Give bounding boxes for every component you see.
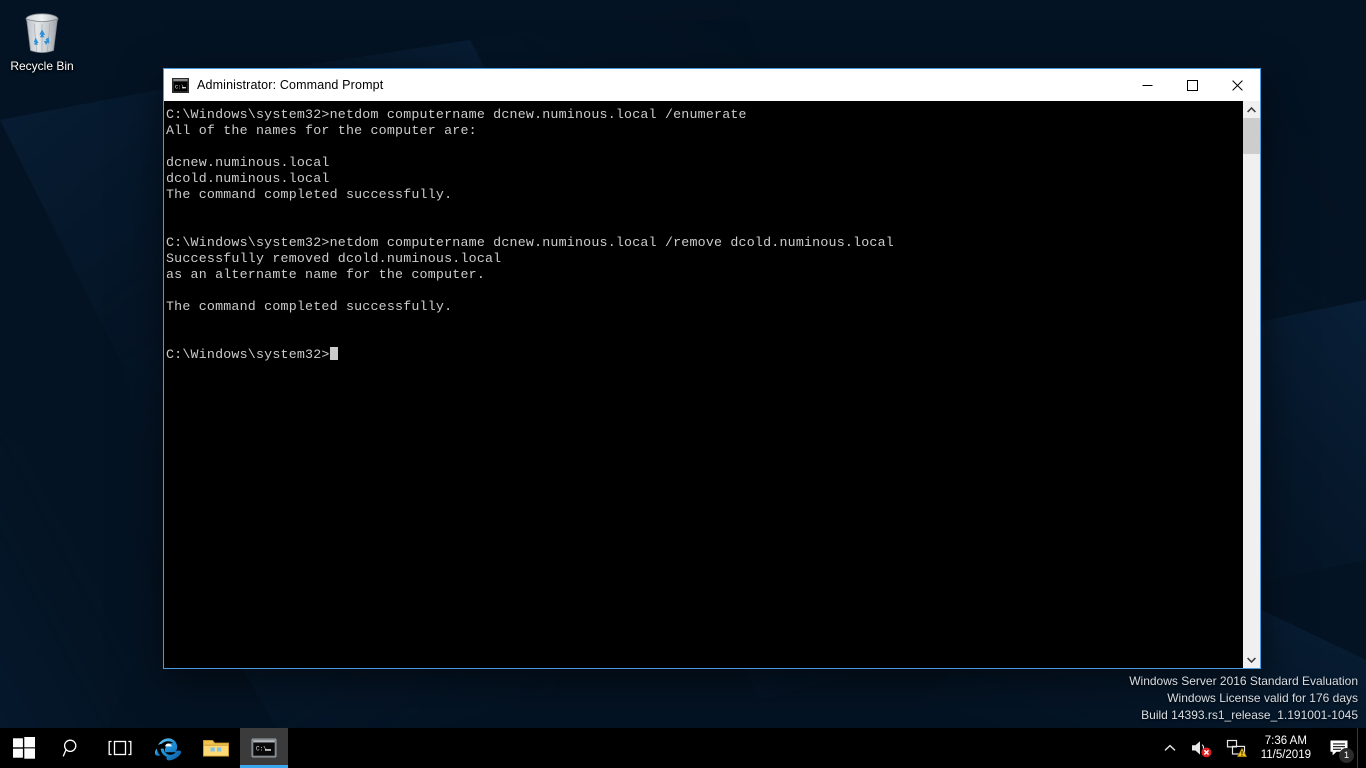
console-icon: C:\: [251, 738, 277, 758]
taskbar-item-internet-explorer[interactable]: [144, 728, 192, 768]
console-output[interactable]: C:\Windows\system32>netdom computername …: [164, 101, 1243, 668]
tray-clock[interactable]: 7:36 AM 11/5/2019: [1255, 728, 1321, 768]
chevron-up-icon: [1164, 744, 1176, 751]
scrollbar-thumb[interactable]: [1243, 118, 1260, 154]
scrollbar-up-button[interactable]: [1243, 101, 1260, 118]
maximize-button[interactable]: [1170, 69, 1215, 101]
window-title: Administrator: Command Prompt: [197, 78, 384, 92]
tray-volume[interactable]: [1183, 728, 1219, 768]
recycle-bin-icon: [25, 13, 59, 53]
internet-explorer-icon: [154, 738, 182, 761]
windows-logo-icon: [13, 737, 35, 759]
taskbar-item-command-prompt[interactable]: C:\: [240, 728, 288, 768]
desktop[interactable]: Recycle Bin C:\ Administrator: Command P…: [0, 0, 1366, 768]
evaluation-watermark: Windows Server 2016 Standard Evaluation …: [1129, 673, 1358, 724]
network-warning-icon: [1226, 739, 1247, 757]
desktop-icon-label: Recycle Bin: [10, 59, 74, 73]
maximize-icon: [1187, 79, 1198, 91]
watermark-line-3: Build 14393.rs1_release_1.191001-1045: [1141, 708, 1358, 722]
minimize-button[interactable]: [1125, 69, 1170, 101]
console-icon: C:\: [172, 77, 189, 93]
svg-text:C:\: C:\: [256, 746, 267, 753]
task-view-button[interactable]: [96, 728, 144, 768]
tray-show-hidden-icons[interactable]: [1157, 728, 1183, 768]
system-tray: 7:36 AM 11/5/2019 1: [1157, 728, 1366, 768]
clock-time: 7:36 AM: [1264, 735, 1307, 747]
window-title-bar[interactable]: C:\ Administrator: Command Prompt: [164, 69, 1260, 101]
speaker-muted-icon: [1191, 741, 1211, 758]
chevron-up-icon: [1247, 106, 1256, 113]
close-button[interactable]: [1215, 69, 1260, 101]
taskbar-item-file-explorer[interactable]: [192, 728, 240, 768]
minimize-icon: [1142, 84, 1153, 86]
close-icon: [1232, 79, 1243, 91]
console-caret: [329, 347, 338, 360]
tray-network[interactable]: [1219, 728, 1255, 768]
clock-date: 11/5/2019: [1260, 749, 1311, 761]
task-view-icon: [108, 740, 132, 756]
console-body[interactable]: C:\Windows\system32>netdom computername …: [164, 101, 1260, 668]
search-icon: [62, 739, 77, 757]
taskbar[interactable]: C:\ 7:36 AM 11/5/2019 1: [0, 728, 1366, 768]
watermark-line-1: Windows Server 2016 Standard Evaluation: [1129, 674, 1358, 688]
folder-icon: [203, 740, 229, 757]
start-button[interactable]: [0, 728, 48, 768]
scrollbar-track[interactable]: [1243, 118, 1260, 651]
taskbar-apps: C:\: [0, 728, 288, 768]
scrollbar-down-button[interactable]: [1243, 651, 1260, 668]
action-center-button[interactable]: 1: [1321, 728, 1357, 768]
desktop-icon-recycle-bin[interactable]: Recycle Bin: [4, 6, 80, 73]
window-controls: [1125, 69, 1260, 101]
console-scrollbar[interactable]: [1243, 101, 1260, 668]
notification-badge: 1: [1339, 748, 1354, 763]
command-prompt-window[interactable]: C:\ Administrator: Command Prompt C:\Win…: [163, 68, 1261, 669]
chevron-down-icon: [1247, 656, 1256, 663]
watermark-line-2: Windows License valid for 176 days: [1167, 691, 1358, 705]
taskbar-spacer: [288, 728, 1157, 768]
search-button[interactable]: [48, 728, 96, 768]
show-desktop-button[interactable]: [1357, 728, 1366, 768]
